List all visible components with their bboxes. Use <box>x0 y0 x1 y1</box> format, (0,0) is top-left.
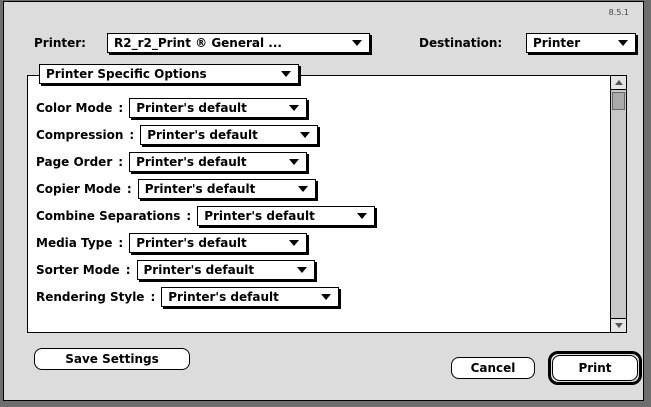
printer-popup[interactable]: R2_r2_Print ® General ... <box>107 33 370 53</box>
option-popup-value: Printer's default <box>147 128 258 142</box>
option-separator: : <box>125 263 131 277</box>
option-popup-value: Printer's default <box>168 290 279 304</box>
chevron-down-icon <box>289 240 300 246</box>
option-popup[interactable]: Printer's default <box>129 233 308 253</box>
option-row: Rendering Style: Printer's default <box>36 287 340 307</box>
chevron-down-icon <box>357 213 368 219</box>
destination-popup-value: Printer <box>533 36 581 50</box>
option-row: Sorter Mode: Printer's default <box>36 260 315 280</box>
chevron-down-icon <box>352 40 362 46</box>
printer-label: Printer: <box>34 36 86 50</box>
option-row: Copier Mode: Printer's default <box>36 179 316 199</box>
option-label: Combine Separations <box>36 209 181 223</box>
option-label: Color Mode <box>36 101 113 115</box>
scroll-down-button[interactable] <box>611 318 626 332</box>
vertical-scrollbar[interactable] <box>610 76 626 332</box>
option-popup[interactable]: Printer's default <box>129 152 308 172</box>
option-popup-value: Printer's default <box>144 182 256 196</box>
option-popup[interactable]: Printer's default <box>140 125 319 145</box>
option-popup-value: Printer's default <box>136 155 247 169</box>
option-label: Copier Mode <box>36 182 121 196</box>
option-row: Combine Separations: Printer's default <box>36 206 376 226</box>
option-popup-value: Printer's default <box>143 263 255 277</box>
option-separator: : <box>129 128 135 142</box>
chevron-down-icon <box>618 40 628 46</box>
option-separator: : <box>126 182 132 196</box>
chevron-down-icon <box>289 105 300 111</box>
arrow-up-icon <box>614 80 623 85</box>
print-dialog: 8.5.1 Printer: R2_r2_Print ® General ...… <box>3 1 644 401</box>
option-row: Color Mode: Printer's default <box>36 98 308 118</box>
chevron-down-icon <box>296 267 307 273</box>
printer-popup-value: R2_r2_Print ® General ... <box>114 36 282 50</box>
scrollbar-thumb[interactable] <box>612 92 625 110</box>
save-settings-button[interactable]: Save Settings <box>34 348 190 370</box>
option-popup[interactable]: Printer's default <box>129 98 308 118</box>
option-row: Media Type: Printer's default <box>36 233 308 253</box>
option-popup-value: Printer's default <box>136 236 247 250</box>
section-popup[interactable]: Printer Specific Options <box>39 64 299 84</box>
option-label: Rendering Style <box>36 290 145 304</box>
option-popup[interactable]: Printer's default <box>161 287 340 307</box>
options-list: Color Mode: Printer's default Compression:… <box>28 76 610 332</box>
option-label: Compression <box>36 128 124 142</box>
option-popup[interactable]: Printer's default <box>137 179 316 199</box>
arrow-down-icon <box>614 323 623 328</box>
option-label: Media Type <box>36 236 113 250</box>
option-separator: : <box>118 101 124 115</box>
option-popup[interactable]: Printer's default <box>197 206 376 226</box>
option-label: Sorter Mode <box>36 263 120 277</box>
cancel-button[interactable]: Cancel <box>451 357 535 379</box>
option-row: Compression: Printer's default <box>36 125 319 145</box>
option-separator: : <box>186 209 192 223</box>
chevron-down-icon <box>321 294 332 300</box>
chevron-down-icon <box>289 159 300 165</box>
option-popup[interactable]: Printer's default <box>136 260 315 280</box>
destination-label: Destination: <box>419 36 503 50</box>
destination-popup[interactable]: Printer <box>526 33 636 53</box>
scroll-up-button[interactable] <box>611 76 626 90</box>
section-popup-value: Printer Specific Options <box>46 67 207 81</box>
version-label: 8.5.1 <box>608 8 629 17</box>
option-label: Page Order <box>36 155 113 169</box>
chevron-down-icon <box>297 186 308 192</box>
chevron-down-icon <box>281 71 291 77</box>
option-separator: : <box>118 155 124 169</box>
option-separator: : <box>118 236 124 250</box>
option-popup-value: Printer's default <box>136 101 247 115</box>
print-button[interactable]: Print <box>552 355 638 381</box>
option-popup-value: Printer's default <box>204 209 315 223</box>
option-separator: : <box>150 290 156 304</box>
options-group-box: Color Mode: Printer's default Compression:… <box>27 75 627 333</box>
option-row: Page Order: Printer's default <box>36 152 308 172</box>
chevron-down-icon <box>300 132 311 138</box>
